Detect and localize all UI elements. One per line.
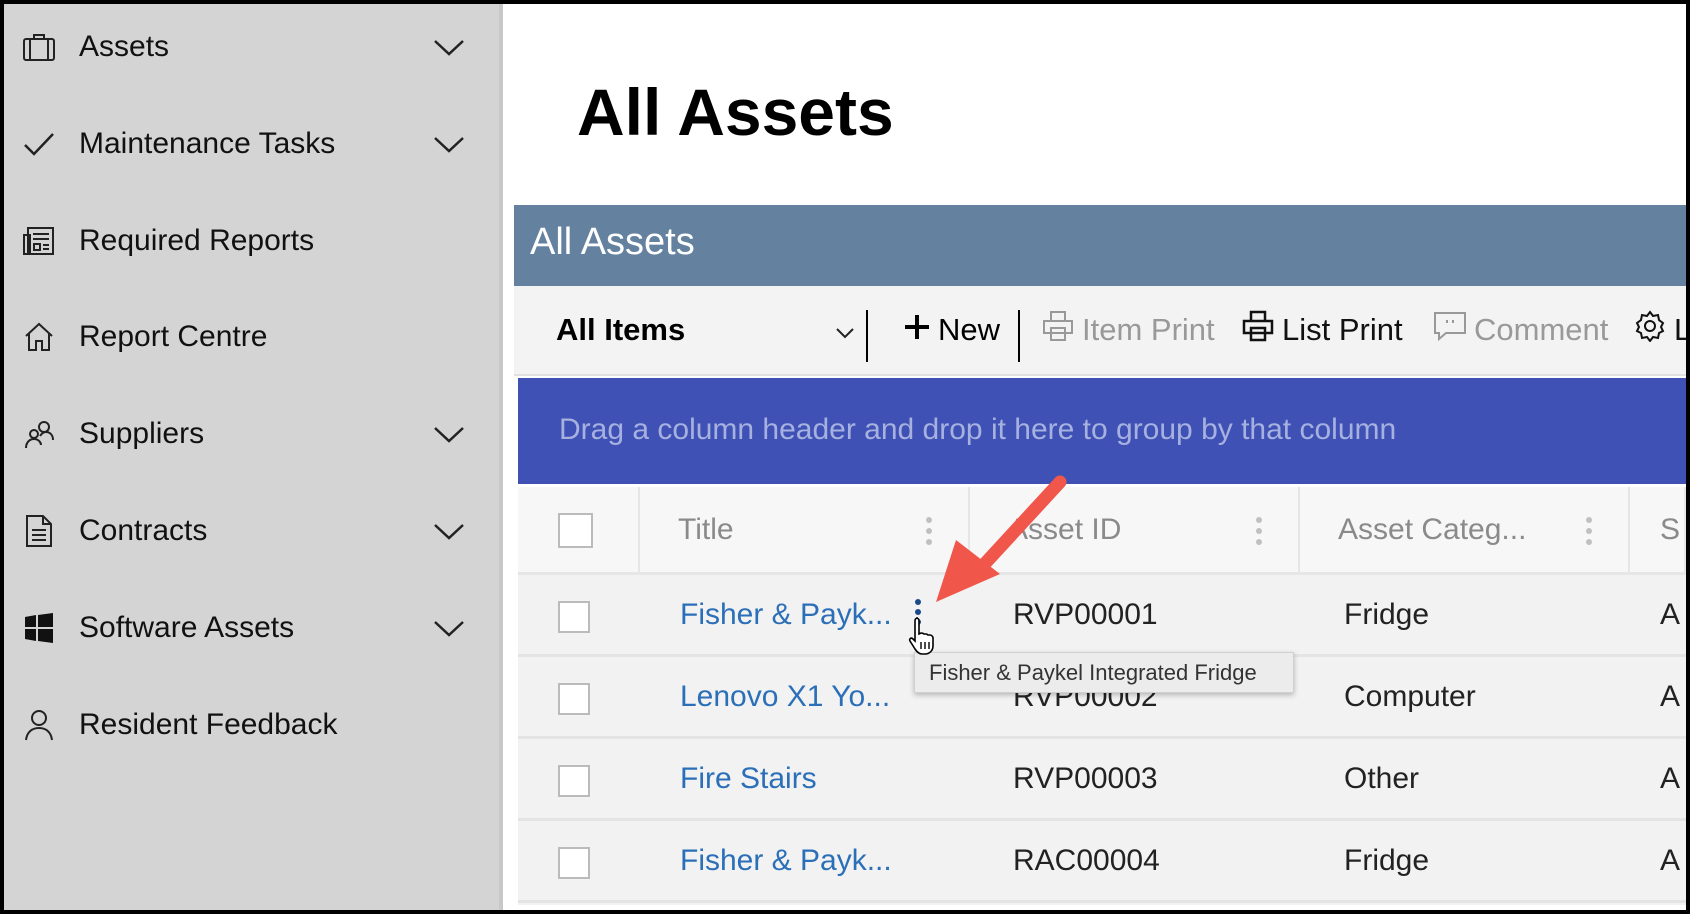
hand-cursor-icon	[908, 617, 934, 655]
app-window: Assets Maintenance Tasks Required Report…	[4, 4, 1686, 910]
arrow-shaft	[972, 475, 1067, 577]
annotation-arrow	[936, 475, 1067, 602]
